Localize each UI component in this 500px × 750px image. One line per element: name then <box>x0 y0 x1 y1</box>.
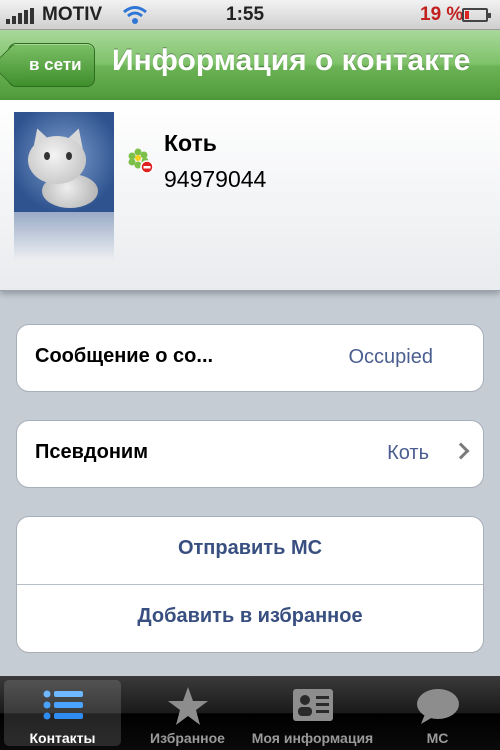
tab-my-info[interactable]: Моя информация <box>250 676 375 750</box>
battery-icon <box>462 8 491 22</box>
status-bar: MOTIV 1:55 19 % <box>0 0 500 30</box>
add-to-favorites-button[interactable]: Добавить в избранное <box>17 585 483 652</box>
signal-strength-icon <box>6 8 36 24</box>
tab-my-info-label: Моя информация <box>251 730 374 746</box>
navigation-bar: в сети Информация о контакте <box>0 30 500 101</box>
actions-group: Отправить МС Добавить в избранное <box>16 516 484 653</box>
status-message-label: Сообщение о со... <box>35 345 214 367</box>
back-button[interactable]: в сети <box>8 43 95 87</box>
tab-favorites-label: Избранное <box>150 730 225 746</box>
avatar-reflection <box>14 212 114 260</box>
add-to-favorites-label: Добавить в избранное <box>137 605 363 627</box>
tab-favorites[interactable]: Избранное <box>125 676 250 750</box>
contact-name: Коть <box>164 130 217 156</box>
nickname-row[interactable]: Псевдоним Коть <box>17 421 483 487</box>
icq-flower-busy-icon <box>128 148 154 174</box>
page-title: Информация о контакте <box>112 44 471 77</box>
status-message-value: Occupied <box>348 346 434 368</box>
tab-contacts-label: Контакты <box>29 730 96 746</box>
tab-sms-label: МС <box>426 730 449 746</box>
avatar <box>14 112 114 212</box>
nickname-value: Коть <box>387 442 429 464</box>
wifi-icon <box>123 6 147 24</box>
status-message-group: Сообщение о со... Occupied <box>16 324 484 392</box>
send-sms-button[interactable]: Отправить МС <box>17 517 483 584</box>
carrier-name: MOTIV <box>42 4 103 25</box>
status-message-row[interactable]: Сообщение о со... Occupied <box>17 325 483 391</box>
star-icon <box>167 687 208 725</box>
tab-contacts[interactable]: Контакты <box>0 676 125 750</box>
chevron-right-icon <box>452 442 470 460</box>
send-sms-label: Отправить МС <box>177 537 323 559</box>
nickname-group: Псевдоним Коть <box>16 420 484 488</box>
contact-uin: 94979044 <box>164 166 267 192</box>
battery-percent: 19 % <box>420 4 464 25</box>
back-button-label: в сети <box>29 55 82 74</box>
contact-card-icon <box>292 689 333 721</box>
tab-bar: Контакты Избранное Моя информация МС <box>0 676 500 750</box>
nickname-label: Псевдоним <box>35 441 148 463</box>
clock: 1:55 <box>226 4 265 25</box>
tab-sms[interactable]: МС <box>375 676 500 750</box>
contact-header <box>0 100 500 291</box>
list-icon <box>43 690 83 720</box>
speech-bubble-icon <box>416 689 459 724</box>
